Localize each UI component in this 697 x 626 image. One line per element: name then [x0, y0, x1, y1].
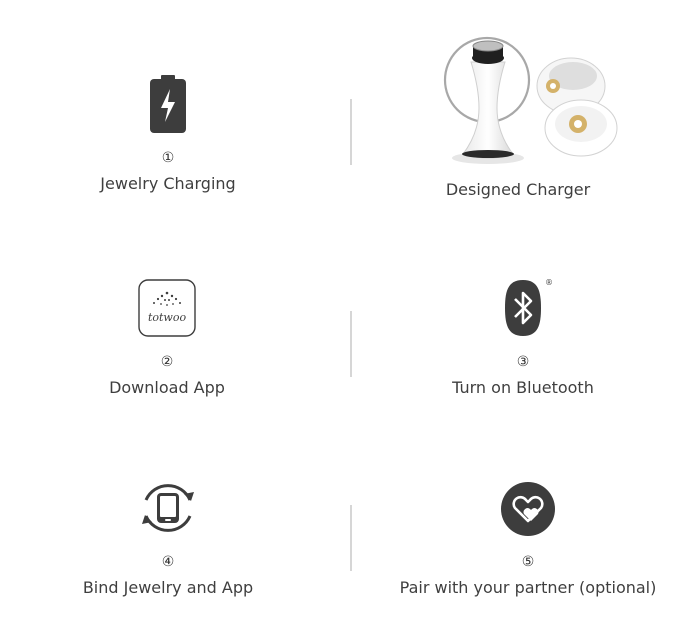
- step-label: Pair with your partner (optional): [399, 578, 657, 597]
- step-label: Bind Jewelry and App: [82, 578, 254, 597]
- step-designed-charger: Designed Charger: [408, 28, 628, 200]
- step-label: Jewelry Charging: [100, 174, 236, 193]
- step-number: ①: [161, 150, 175, 166]
- registered-trademark: ®: [545, 278, 553, 287]
- step-jewelry-charging: ① Jewelry Charging: [68, 74, 268, 194]
- step-number: ②: [160, 354, 174, 370]
- app-logo-text: totwoo: [148, 311, 187, 324]
- battery-charging-icon: [148, 74, 188, 134]
- step-bind-jewelry-app: ④ Bind Jewelry and App: [68, 478, 268, 598]
- step-label: Designed Charger: [445, 180, 591, 199]
- step-download-app: totwoo ② Download App: [67, 278, 267, 398]
- step-label: Download App: [109, 378, 225, 397]
- step-number: ⑤: [521, 554, 535, 570]
- totwoo-app-icon: totwoo: [137, 278, 197, 338]
- step-number: ④: [161, 554, 175, 570]
- step-pair-partner: ⑤ Pair with your partner (optional): [400, 480, 656, 598]
- phone-sync-icon: [138, 478, 198, 538]
- step-number: ③: [516, 354, 530, 370]
- bluetooth-icon: ®: [493, 278, 553, 338]
- step-label: Turn on Bluetooth: [452, 378, 594, 397]
- step-turn-on-bluetooth: ® ③ Turn on Bluetooth: [423, 278, 623, 398]
- divider: [350, 505, 352, 571]
- divider: [350, 311, 352, 377]
- charger-product-image: [413, 28, 623, 170]
- divider: [350, 99, 352, 165]
- heart-pair-icon: [498, 480, 558, 538]
